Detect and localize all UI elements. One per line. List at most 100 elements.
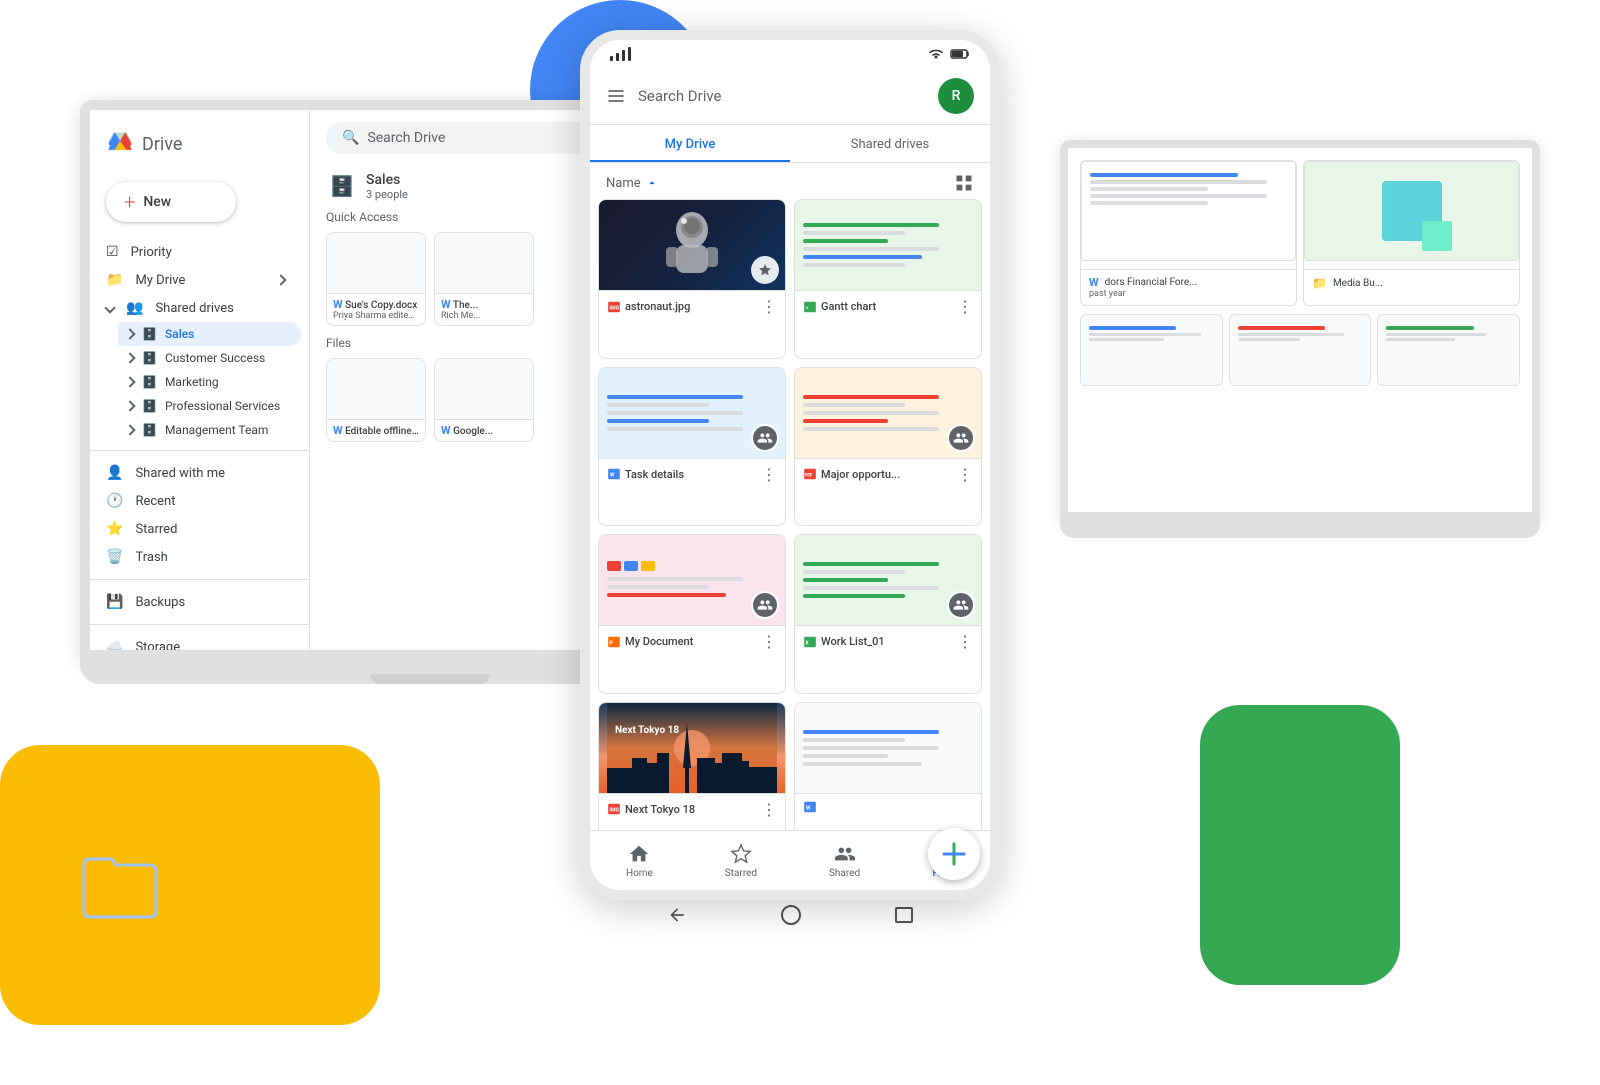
marketing-label: Marketing bbox=[165, 375, 219, 389]
last-file-thumb bbox=[795, 703, 981, 793]
sidebar-item-priority[interactable]: ☑ Priority bbox=[90, 238, 301, 266]
sidebar-item-sales[interactable]: 🗄️ Sales bbox=[118, 322, 301, 346]
sales-label: Sales bbox=[165, 327, 194, 341]
nav-btn-shared[interactable]: Shared bbox=[829, 843, 860, 879]
shared-drives-icon: 👥 bbox=[126, 300, 143, 316]
nav-label-starred: Starred bbox=[725, 868, 757, 879]
shared-drives-list: 🗄️ Sales 🗄️ Customer Success 🗄️ Marketin… bbox=[90, 322, 309, 442]
docs-file-icon-task: W bbox=[607, 467, 621, 481]
more-options-icon-6[interactable]: ⋮ bbox=[957, 632, 973, 651]
right-laptop-base bbox=[1060, 520, 1540, 538]
nav-label-home: Home bbox=[626, 868, 653, 879]
sidebar-storage-label: Storage bbox=[135, 640, 180, 655]
sidebar-item-marketing[interactable]: 🗄️ Marketing bbox=[118, 370, 301, 394]
mobile-file-footer-major: PDF Major opportu... ⋮ bbox=[795, 458, 981, 490]
management-folder-icon: 🗄️ bbox=[142, 423, 157, 437]
mobile-file-tokyo[interactable]: Next Tokyo 18 IMG Next Tokyo 18 ⋮ bbox=[598, 702, 786, 831]
mobile-file-work-list[interactable]: X Work List_01 ⋮ bbox=[794, 534, 982, 694]
sidebar-item-backups[interactable]: 💾 Backups bbox=[90, 588, 301, 616]
wifi-icon bbox=[928, 48, 944, 60]
mobile-search-bar[interactable]: Search Drive R bbox=[590, 68, 990, 125]
quick-access-file-1-name: W Sue's Copy.docx bbox=[333, 298, 419, 311]
sales-chevron-icon bbox=[124, 328, 135, 339]
bg-folder-decoration bbox=[80, 851, 160, 925]
more-options-icon-7[interactable]: ⋮ bbox=[761, 800, 777, 819]
more-options-icon-3[interactable]: ⋮ bbox=[761, 465, 777, 484]
file-name-major: Major opportu... bbox=[821, 468, 900, 481]
tab-my-drive[interactable]: My Drive bbox=[590, 125, 790, 162]
file-name-gantt: Gantt chart bbox=[821, 300, 876, 313]
customer-success-label: Customer Success bbox=[165, 351, 265, 365]
back-button-icon[interactable] bbox=[667, 905, 687, 925]
mobile-file-my-document[interactable]: P My Document ⋮ bbox=[598, 534, 786, 694]
nav-btn-home[interactable]: Home bbox=[626, 843, 653, 879]
marketing-folder-icon: 🗄️ bbox=[142, 375, 157, 389]
marketing-chevron-icon bbox=[124, 376, 135, 387]
doc-w-icon: W bbox=[333, 298, 343, 311]
sidebar-item-professional-services[interactable]: 🗄️ Professional Services bbox=[118, 394, 301, 418]
sidebar-item-shared-with-me[interactable]: 👤 Shared with me bbox=[90, 459, 301, 487]
tab-shared-drives[interactable]: Shared drives bbox=[790, 125, 990, 162]
svg-text:IMG: IMG bbox=[609, 807, 619, 813]
sidebar-item-customer-success[interactable]: 🗄️ Customer Success bbox=[118, 346, 301, 370]
my-drive-chevron-icon bbox=[275, 274, 286, 285]
more-options-icon-4[interactable]: ⋮ bbox=[957, 465, 973, 484]
name-sort-button[interactable]: Name bbox=[606, 176, 659, 191]
sidebar-item-shared-drives[interactable]: 👥 Shared drives bbox=[90, 294, 301, 322]
sidebar-item-trash[interactable]: 🗑️ Trash bbox=[90, 543, 301, 571]
user-avatar[interactable]: R bbox=[938, 78, 974, 114]
mobile-files-grid: IMG astronaut.jpg ⋮ bbox=[590, 199, 990, 830]
sidebar-item-my-drive[interactable]: 📁 My Drive bbox=[90, 266, 301, 294]
sidebar-divider-3 bbox=[90, 624, 309, 625]
right-file-card-5 bbox=[1377, 314, 1520, 386]
mobile-list-header: Name bbox=[590, 163, 990, 199]
pdf-file-icon: PDF bbox=[803, 467, 817, 481]
phone-status-bar bbox=[590, 40, 990, 68]
new-button[interactable]: + New bbox=[106, 182, 236, 222]
google-drive-logo-icon bbox=[106, 130, 134, 158]
customer-success-chevron-icon bbox=[124, 352, 135, 363]
svg-text:PDF: PDF bbox=[805, 472, 813, 477]
view-toggle-icon[interactable] bbox=[954, 173, 974, 193]
sidebar-item-recent[interactable]: 🕐 Recent bbox=[90, 487, 301, 515]
file-card-2[interactable]: W Google... bbox=[434, 358, 534, 442]
quick-access-file-1[interactable]: W Sue's Copy.docx Priya Sharma edited in… bbox=[326, 232, 426, 326]
mobile-file-task-details[interactable]: W Task details ⋮ bbox=[598, 367, 786, 527]
nav-btn-starred[interactable]: Starred bbox=[725, 843, 757, 879]
hamburger-menu-icon[interactable] bbox=[606, 86, 626, 106]
shared-with-me-icon: 👤 bbox=[106, 465, 123, 481]
svg-text:IMG: IMG bbox=[609, 305, 619, 311]
file-card-1[interactable]: W Editable offline docu... bbox=[326, 358, 426, 442]
customer-success-folder-icon: 🗄️ bbox=[142, 351, 157, 365]
starred-badge-1 bbox=[751, 256, 779, 284]
mobile-file-last[interactable]: W bbox=[794, 702, 982, 831]
mobile-file-astronaut[interactable]: IMG astronaut.jpg ⋮ bbox=[598, 199, 786, 359]
mobile-file-gantt[interactable]: + Gantt chart ⋮ bbox=[794, 199, 982, 359]
mobile-file-footer-astronaut: IMG astronaut.jpg ⋮ bbox=[599, 290, 785, 322]
sidebar-item-storage[interactable]: ☁️ Storage bbox=[90, 633, 301, 660]
phone-screen: Search Drive R My Drive Shared drives Na… bbox=[590, 68, 990, 830]
slides-file-icon: P bbox=[607, 635, 621, 649]
mobile-file-footer-last: W bbox=[795, 793, 981, 820]
drive-logo: Drive bbox=[90, 122, 309, 174]
more-options-icon-1[interactable]: ⋮ bbox=[761, 297, 777, 316]
mobile-file-footer-worklist: X Work List_01 ⋮ bbox=[795, 625, 981, 657]
home-gesture-icon[interactable] bbox=[781, 905, 801, 925]
shared-avatar-worklist bbox=[947, 591, 975, 619]
more-options-icon-2[interactable]: ⋮ bbox=[957, 297, 973, 316]
shared-drives-chevron-icon bbox=[104, 302, 115, 313]
sidebar-item-starred[interactable]: ⭐ Starred bbox=[90, 515, 301, 543]
recents-button-icon[interactable] bbox=[895, 907, 913, 923]
right-file-card-1: W dors Financial Fore... past year bbox=[1080, 160, 1297, 306]
mobile-search-text[interactable]: Search Drive bbox=[638, 87, 926, 105]
doc-w-icon-2: W bbox=[441, 298, 451, 311]
shared-avatar-mydoc bbox=[751, 591, 779, 619]
sidebar-item-management-team[interactable]: 🗄️ Management Team bbox=[118, 418, 301, 442]
professional-services-folder-icon: 🗄️ bbox=[142, 399, 157, 413]
mobile-file-major-opportu[interactable]: PDF Major opportu... ⋮ bbox=[794, 367, 982, 527]
professional-services-label: Professional Services bbox=[165, 399, 280, 413]
quick-access-file-2[interactable]: W The... Rich Me... bbox=[434, 232, 534, 326]
more-options-icon-5[interactable]: ⋮ bbox=[761, 632, 777, 651]
sidebar-starred-label: Starred bbox=[135, 522, 177, 537]
my-drive-icon: 📁 bbox=[106, 272, 123, 288]
